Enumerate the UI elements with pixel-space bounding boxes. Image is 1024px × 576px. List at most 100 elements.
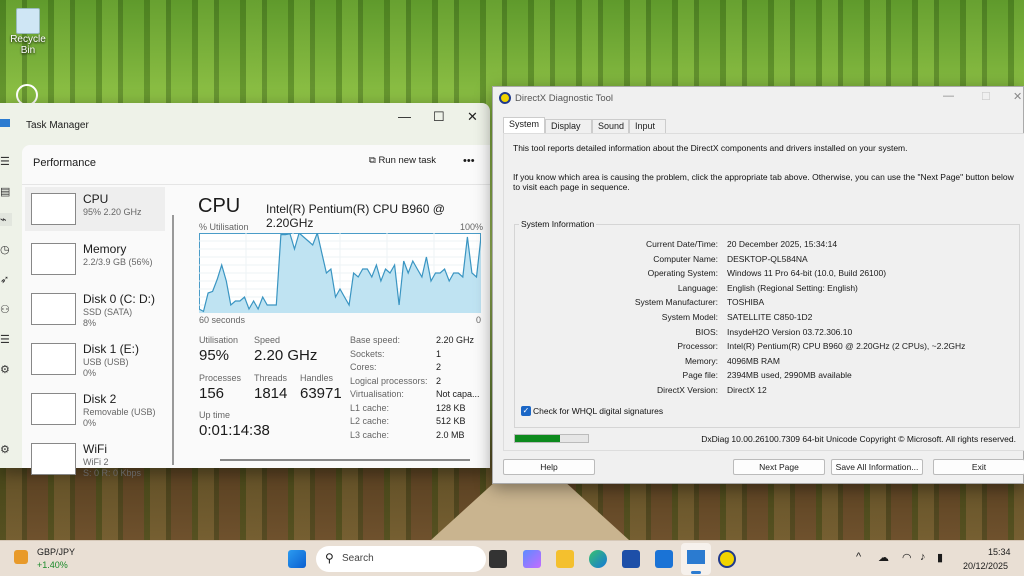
- device-item[interactable]: Disk 2 Removable (USB) 0%: [25, 387, 165, 431]
- ticker-name[interactable]: GBP/JPY: [37, 547, 75, 557]
- stat-value: 156: [199, 385, 224, 402]
- progress-fill: [515, 435, 560, 442]
- close-button[interactable]: ✕: [1013, 90, 1022, 103]
- edge-icon[interactable]: [589, 550, 607, 568]
- spec-value: 2.20 GHz: [436, 335, 474, 345]
- more-options-button[interactable]: •••: [463, 155, 475, 167]
- help-button[interactable]: Help: [503, 459, 595, 475]
- search-box[interactable]: ⚲ Search: [316, 546, 486, 572]
- stat-value: 1814: [254, 385, 287, 402]
- close-button[interactable]: ✕: [467, 109, 478, 125]
- stock-widget-icon[interactable]: [14, 550, 28, 564]
- wifi-icon[interactable]: ◠: [902, 551, 912, 564]
- device-item[interactable]: WiFi WiFi 2 S: 0 R: 0 Kbps: [25, 437, 165, 481]
- spec-label: Cores:: [350, 362, 377, 372]
- info-value: 20 December 2025, 15:34:14: [727, 239, 837, 249]
- spec-value: 512 KB: [436, 416, 466, 426]
- info-value: English (Regional Setting: English): [727, 283, 858, 293]
- device-subtitle: 2.2/3.9 GB (56%): [83, 257, 153, 267]
- tab-input[interactable]: Input: [629, 119, 666, 133]
- whql-checkbox[interactable]: ✓: [521, 406, 531, 416]
- device-thumbnail-graph: [31, 443, 76, 475]
- microsoft-store-icon[interactable]: [622, 550, 640, 568]
- spec-label: Virtualisation:: [350, 389, 404, 399]
- device-name: CPU: [83, 192, 108, 206]
- run-new-task-button[interactable]: ⧉ Run new task: [369, 155, 436, 166]
- device-name: WiFi: [83, 442, 107, 456]
- info-label: DirectX Version:: [657, 385, 718, 395]
- tab-display[interactable]: Display: [545, 119, 592, 133]
- group-title: System Information: [519, 219, 596, 229]
- window-title: Task Manager: [26, 120, 89, 131]
- spec-label: L3 cache:: [350, 430, 389, 440]
- next-page-button[interactable]: Next Page: [733, 459, 825, 475]
- start-button[interactable]: [288, 550, 306, 568]
- device-name: Memory: [83, 242, 126, 256]
- save-all-information-button[interactable]: Save All Information...: [831, 459, 923, 475]
- stat-value: 0:01:14:38: [199, 422, 270, 439]
- cpu-heading: CPU: [198, 195, 240, 218]
- device-item[interactable]: Disk 0 (C: D:) SSD (SATA) 8%: [25, 287, 165, 331]
- device-item[interactable]: Memory 2.2/3.9 GB (56%): [25, 237, 165, 281]
- device-subtitle: Removable (USB): [83, 407, 156, 417]
- details-nav-icon[interactable]: ☰: [0, 333, 12, 346]
- device-name: Disk 1 (E:): [83, 342, 139, 356]
- tab-sound[interactable]: Sound: [592, 119, 629, 133]
- spec-label: Sockets:: [350, 349, 385, 359]
- tab-page: This tool reports detailed information a…: [503, 133, 1024, 451]
- info-value: SATELLITE C850-1D2: [727, 312, 812, 322]
- startup-apps-nav-icon[interactable]: ➶: [0, 273, 12, 286]
- clock-time[interactable]: 15:34: [988, 547, 1011, 557]
- processes-nav-icon[interactable]: ▤: [0, 185, 12, 198]
- task-manager-taskbar-button[interactable]: [681, 543, 711, 575]
- services-nav-icon[interactable]: ⚙: [0, 363, 12, 376]
- settings-nav-icon[interactable]: ⚙: [0, 443, 12, 456]
- hamburger-menu-icon[interactable]: ☰: [0, 155, 12, 168]
- minimize-button[interactable]: —: [943, 90, 954, 102]
- info-value: 4096MB RAM: [727, 356, 780, 366]
- exit-button[interactable]: Exit: [933, 459, 1024, 475]
- desktop-icon-recycle-bin[interactable]: Recycle Bin: [4, 8, 52, 56]
- dxdiag-taskbar-icon[interactable]: [718, 550, 736, 568]
- task-manager-app-icon: [0, 119, 10, 127]
- clock-date[interactable]: 20/12/2025: [963, 561, 1008, 571]
- stat-value: 2.20 GHz: [254, 347, 317, 364]
- device-detail: 8%: [83, 318, 96, 328]
- update-icon[interactable]: ☁: [878, 551, 889, 564]
- volume-icon[interactable]: ♪: [920, 551, 926, 563]
- file-explorer-icon[interactable]: [556, 550, 574, 568]
- battery-icon[interactable]: ▮: [937, 551, 943, 564]
- minimize-button[interactable]: —: [398, 109, 411, 124]
- task-view-icon[interactable]: [489, 550, 507, 568]
- device-subtitle: 95% 2.20 GHz: [83, 207, 142, 217]
- device-list-scrollbar[interactable]: [172, 215, 174, 465]
- run-new-task-label: Run new task: [378, 155, 436, 166]
- page-title: Performance: [33, 157, 96, 169]
- horizontal-scrollbar[interactable]: [220, 459, 470, 461]
- device-thumbnail-graph: [31, 293, 76, 325]
- device-detail: S: 0 R: 0 Kbps: [83, 468, 141, 478]
- taskbar: GBP/JPY +1.40% ⚲ Search ^ ☁ ◠ ♪ ▮ 15:34 …: [0, 540, 1024, 576]
- info-value: TOSHIBA: [727, 297, 764, 307]
- spec-label: Base speed:: [350, 335, 400, 345]
- spec-label: L1 cache:: [350, 403, 389, 413]
- divider: [22, 184, 490, 185]
- spec-label: Logical processors:: [350, 376, 428, 386]
- copilot-icon[interactable]: [523, 550, 541, 568]
- info-label: Memory:: [685, 356, 718, 366]
- users-nav-icon[interactable]: ⚇: [0, 303, 12, 316]
- spec-value: 2: [436, 376, 441, 386]
- outlook-icon[interactable]: [655, 550, 673, 568]
- device-name: Disk 0 (C: D:): [83, 292, 155, 306]
- device-item[interactable]: CPU 95% 2.20 GHz: [25, 187, 165, 231]
- spec-value: Not capa...: [436, 389, 480, 399]
- device-name: Disk 2: [83, 392, 116, 406]
- performance-nav-icon[interactable]: ⌁: [0, 213, 12, 226]
- intro-text: This tool reports detailed information a…: [513, 143, 908, 153]
- stat-label: Handles: [300, 373, 333, 383]
- app-history-nav-icon[interactable]: ◷: [0, 243, 12, 256]
- tab-system[interactable]: System: [503, 117, 545, 134]
- maximize-button[interactable]: ☐: [433, 109, 445, 125]
- device-item[interactable]: Disk 1 (E:) USB (USB) 0%: [25, 337, 165, 381]
- show-hidden-icons-chevron-icon[interactable]: ^: [856, 551, 861, 563]
